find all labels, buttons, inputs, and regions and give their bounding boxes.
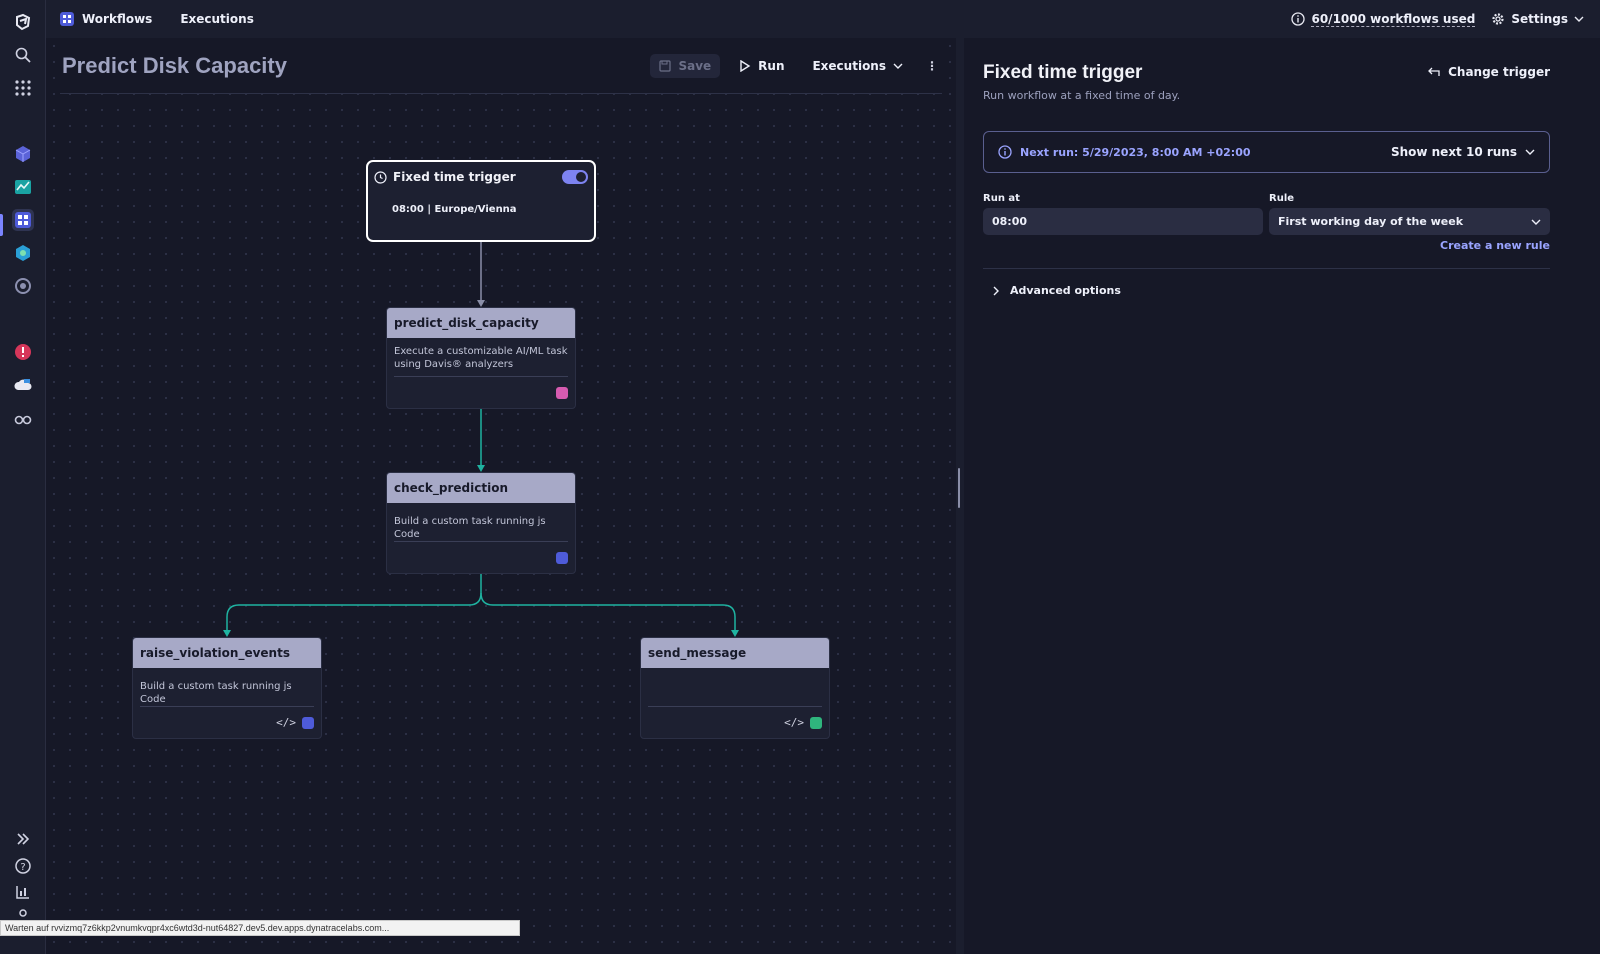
panel-divider [983,268,1550,269]
run-at-label: Run at [983,193,1020,204]
show-next-runs-label: Show next 10 runs [1390,145,1517,159]
dynatrace-logo-icon[interactable] [12,11,34,33]
active-app-indicator [0,214,3,236]
executions-label: Executions [812,58,886,73]
task-node-description [641,668,829,706]
task-node-title: raise_violation_events [133,638,321,668]
save-icon [659,59,672,72]
executions-dropdown[interactable]: Executions [803,54,912,78]
editor-header: Predict Disk Capacity Save Run Execution… [60,38,942,94]
browser-status-bar: Warten auf rvvizmq7z6kkp2vnumkvqpr4xc6wt… [0,920,520,936]
task-node-description: Build a custom task running js Code [394,516,546,540]
panel-subtitle: Run workflow at a fixed time of day. [983,89,1181,102]
next-run-text: Next run: 5/29/2023, 8:00 AM +02:00 [1020,145,1251,159]
chevron-down-icon [1525,149,1535,155]
gear-icon [1492,13,1504,25]
help-icon[interactable]: ? [12,855,34,877]
more-options-icon[interactable]: ⋮ [922,59,942,73]
trigger-schedule: 08:00 | Europe/Vienna [392,204,517,215]
rule-select[interactable]: First working day of the week [1269,208,1550,235]
trigger-enabled-toggle[interactable] [562,170,588,184]
tab-executions[interactable]: Executions [166,0,268,38]
left-nav-rail: ? [0,0,46,954]
task-node-check-prediction[interactable]: check_prediction Build a custom task run… [386,472,576,574]
search-icon[interactable] [12,44,34,66]
trigger-node[interactable]: Fixed time trigger 08:00 | Europe/Vienna [366,160,596,242]
run-label: Run [758,58,785,73]
change-trigger-label: Change trigger [1448,65,1550,79]
create-new-rule-link[interactable]: Create a new rule [1440,239,1550,252]
run-at-value: 08:00 [992,215,1028,228]
chevron-down-icon [893,63,903,69]
panel-title: Fixed time trigger [983,62,1143,83]
task-node-raise-violation-events[interactable]: raise_violation_events Build a custom ta… [132,637,322,739]
task-node-description: Build a custom task running js Code [140,681,292,705]
show-next-runs-button[interactable]: Show next 10 runs [1391,145,1535,159]
cloud-app-icon[interactable] [12,374,34,396]
task-node-title: predict_disk_capacity [387,308,575,338]
splitter-handle[interactable] [958,468,960,508]
svg-text:?: ? [20,862,25,873]
top-bar: Workflows Executions 60/1000 workflows u… [46,0,1600,38]
rule-label: Rule [1269,193,1295,204]
tab-workflows-label: Workflows [82,12,153,26]
task-node-send-message[interactable]: send_message </> [640,637,830,739]
workflow-title[interactable]: Predict Disk Capacity [60,53,287,79]
workflows-icon [302,716,314,729]
save-button[interactable]: Save [650,53,721,78]
problems-app-icon[interactable] [12,341,34,363]
run-button[interactable]: Run [730,54,793,78]
swap-arrow-icon [1428,67,1440,76]
run-at-input[interactable]: 08:00 [983,208,1263,235]
tab-executions-label: Executions [180,12,254,26]
settings-app-icon[interactable] [12,275,34,297]
workflows-app-icon [60,12,74,26]
settings-menu[interactable]: Settings [1491,12,1584,26]
clock-icon [374,170,387,184]
task-node-description: Execute a customizable AI/ML task using … [394,346,568,370]
rule-value: First working day of the week [1278,215,1464,228]
task-node-predict-disk-capacity[interactable]: predict_disk_capacity Execute a customiz… [386,307,576,409]
chevron-down-icon [1574,16,1584,22]
usage-text: 60/1000 workflows used [1311,11,1476,27]
task-node-title: check_prediction [387,473,575,503]
tab-workflows[interactable]: Workflows [46,0,166,38]
advanced-options-toggle[interactable]: Advanced options [992,284,1121,297]
advanced-options-label: Advanced options [1010,284,1121,297]
email-icon [810,716,822,729]
next-run-banner: Next run: 5/29/2023, 8:00 AM +02:00 Show… [983,131,1550,173]
info-icon [998,145,1012,159]
workflows-icon [556,551,568,564]
workflow-usage-indicator[interactable]: 60/1000 workflows used [1291,11,1476,27]
settings-label: Settings [1511,12,1568,26]
workflows-app-icon[interactable] [12,209,34,231]
chevron-down-icon [1531,219,1541,225]
change-trigger-button[interactable]: Change trigger [1427,65,1550,79]
trigger-settings-panel: Fixed time trigger Run workflow at a fix… [964,38,1600,954]
play-icon [740,59,751,72]
trigger-node-title: Fixed time trigger [393,170,516,184]
binoculars-app-icon[interactable] [12,407,34,429]
info-icon [1291,12,1306,26]
cube-app-icon[interactable] [12,143,34,165]
task-node-title: send_message [641,638,829,668]
davis-icon [556,386,568,399]
code-icon: </> [784,716,804,729]
code-icon: </> [276,716,296,729]
save-label: Save [678,58,712,73]
chart-app-icon[interactable] [12,176,34,198]
usage-chart-icon[interactable] [12,881,34,903]
chevron-right-icon [993,286,999,295]
infrastructure-app-icon[interactable] [12,242,34,264]
apps-grid-icon[interactable] [12,77,34,99]
expand-rail-icon[interactable] [12,828,34,850]
